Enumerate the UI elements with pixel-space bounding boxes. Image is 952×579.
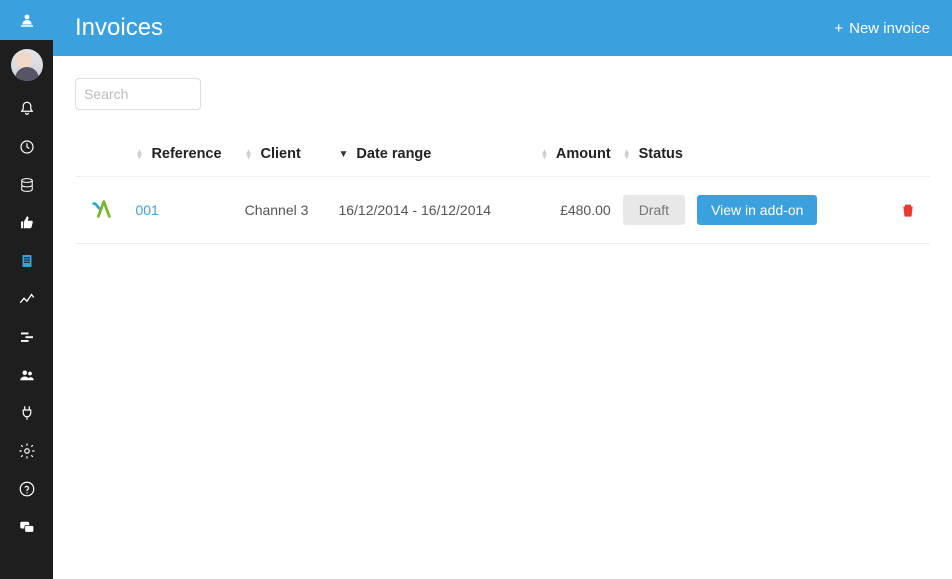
content: ▲▼ Reference ▲▼ Client ▼ Date range ▲▼: [53, 56, 952, 244]
column-icon: [75, 138, 129, 177]
view-in-addon-button[interactable]: View in add-on: [697, 195, 817, 225]
integration-logo-icon: [90, 197, 114, 221]
document-icon: [18, 252, 36, 270]
sidebar-time[interactable]: [0, 128, 53, 166]
sidebar-notifications[interactable]: [0, 90, 53, 128]
amount-cell: £480.00: [535, 177, 617, 244]
sidebar-invoices[interactable]: [0, 242, 53, 280]
clock-icon: [18, 138, 36, 156]
delete-button[interactable]: [895, 197, 921, 223]
column-status[interactable]: ▲▼ Status: [617, 138, 887, 177]
sidebar: [0, 0, 53, 579]
sidebar-avatar[interactable]: [0, 40, 53, 90]
users-icon: [18, 366, 36, 384]
plus-icon: +: [834, 20, 843, 37]
thumbs-up-icon: [18, 214, 36, 232]
help-icon: [18, 480, 36, 498]
sort-icon: ▲▼: [245, 149, 253, 159]
column-trash: [886, 138, 930, 177]
sort-icon: ▲▼: [541, 149, 549, 159]
trash-icon: [900, 202, 916, 218]
sidebar-integrations[interactable]: [0, 394, 53, 432]
reference-link[interactable]: 001: [135, 202, 158, 218]
sidebar-approvals[interactable]: [0, 204, 53, 242]
gear-icon: [18, 442, 36, 460]
new-invoice-label: New invoice: [849, 20, 930, 37]
sidebar-reports[interactable]: [0, 280, 53, 318]
new-invoice-button[interactable]: + New invoice: [834, 20, 930, 37]
sort-icon: ▲▼: [135, 149, 143, 159]
sidebar-settings[interactable]: [0, 432, 53, 470]
sidebar-chat[interactable]: [0, 508, 53, 546]
database-icon: [18, 176, 36, 194]
column-reference[interactable]: ▲▼ Reference: [129, 138, 238, 177]
sidebar-logo[interactable]: [0, 0, 53, 40]
column-date-range[interactable]: ▼ Date range: [332, 138, 534, 177]
app-logo-icon: [18, 11, 36, 29]
sort-desc-icon: ▼: [338, 149, 348, 160]
client-cell: Channel 3: [239, 177, 333, 244]
chart-line-icon: [18, 290, 36, 308]
table-row: 001 Channel 3 16/12/2014 - 16/12/2014 £4…: [75, 177, 930, 244]
search-input[interactable]: [84, 86, 265, 102]
avatar-icon: [11, 49, 43, 81]
column-client[interactable]: ▲▼ Client: [239, 138, 333, 177]
search-box[interactable]: [75, 78, 201, 110]
page-title: Invoices: [75, 14, 163, 42]
bell-icon: [18, 100, 36, 118]
date-range-cell: 16/12/2014 - 16/12/2014: [332, 177, 534, 244]
page-header: Invoices + New invoice: [53, 0, 952, 56]
main-area: Invoices + New invoice ▲▼ Reference: [53, 0, 952, 579]
list-icon: [18, 328, 36, 346]
sidebar-help[interactable]: [0, 470, 53, 508]
sort-icon: ▲▼: [623, 149, 631, 159]
plug-icon: [18, 404, 36, 422]
sidebar-database[interactable]: [0, 166, 53, 204]
sidebar-users[interactable]: [0, 356, 53, 394]
chat-icon: [18, 518, 36, 536]
invoices-table: ▲▼ Reference ▲▼ Client ▼ Date range ▲▼: [75, 138, 930, 244]
status-badge: Draft: [623, 195, 685, 225]
column-amount[interactable]: ▲▼ Amount: [535, 138, 617, 177]
sidebar-tasks[interactable]: [0, 318, 53, 356]
